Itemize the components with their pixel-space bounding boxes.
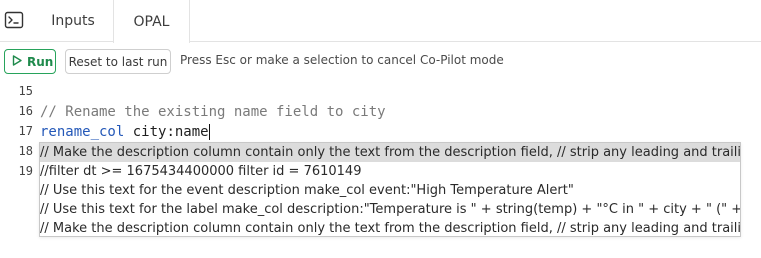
code-function: rename_col <box>40 124 125 140</box>
play-icon <box>12 54 22 69</box>
line-number: 16 <box>18 104 33 118</box>
reset-to-last-run-button[interactable]: Reset to last run <box>65 49 171 74</box>
text-cursor <box>208 124 210 140</box>
line-number: 19 <box>18 164 33 178</box>
copilot-suggestion-list: // Make the description column contain o… <box>39 142 741 237</box>
tab-opal[interactable]: OPAL <box>113 0 190 43</box>
suggestion-item[interactable]: // Use this text for the label make_col … <box>40 200 740 219</box>
reset-button-label: Reset to last run <box>68 54 168 69</box>
line-number: 18 <box>18 144 33 158</box>
run-button[interactable]: Run <box>4 49 56 74</box>
run-button-label: Run <box>27 54 54 69</box>
code-line-comment: // Rename the existing name field to cit… <box>40 104 386 120</box>
tab-inputs[interactable]: Inputs <box>33 0 113 42</box>
tab-bar: Inputs OPAL <box>0 0 761 43</box>
line-number: 17 <box>18 124 33 138</box>
tab-inputs-label: Inputs <box>51 13 95 29</box>
opal-editor-panel: Inputs OPAL Run Reset to last run Press … <box>0 0 761 258</box>
code-args: city:name <box>124 124 209 140</box>
code-line-rename: rename_col city:name <box>40 122 210 142</box>
copilot-hint: Press Esc or make a selection to cancel … <box>180 53 504 67</box>
suggestion-item[interactable]: // Make the description column contain o… <box>40 143 740 162</box>
toolbar: Run Reset to last run Press Esc or make … <box>0 42 761 80</box>
tab-opal-label: OPAL <box>133 13 170 30</box>
line-number: 15 <box>18 84 33 98</box>
suggestion-item[interactable]: //filter dt >= 1675434400000 filter id =… <box>40 162 740 181</box>
suggestion-item[interactable]: // Use this text for the event descripti… <box>40 181 740 200</box>
terminal-icon[interactable] <box>4 11 24 29</box>
suggestion-item[interactable]: // Make the description column contain o… <box>40 219 740 236</box>
